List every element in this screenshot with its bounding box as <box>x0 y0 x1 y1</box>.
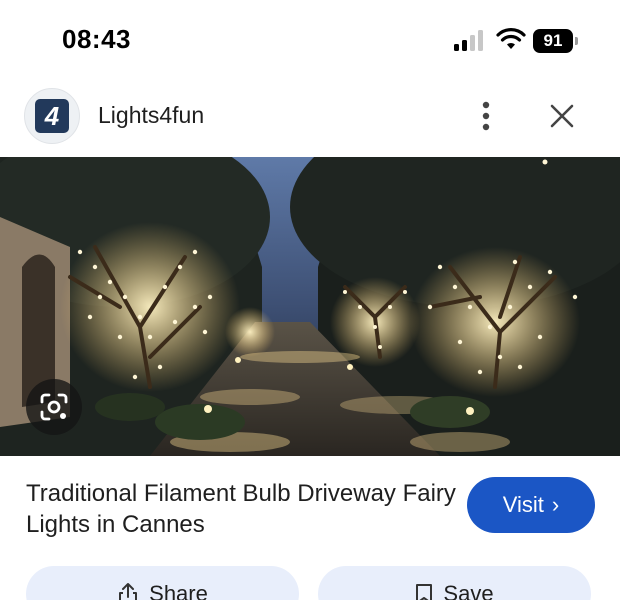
status-bar: 08:43 91 <box>0 0 620 84</box>
battery-level: 91 <box>533 29 573 53</box>
cellular-signal-icon <box>454 30 483 51</box>
result-header: 4 Lights4fun <box>0 84 620 150</box>
chevron-right-icon: › <box>551 492 560 517</box>
close-icon <box>550 104 574 128</box>
result-title[interactable]: Traditional Filament Bulb Driveway Fairy… <box>26 478 456 540</box>
wifi-icon <box>496 28 526 49</box>
clock-time: 08:43 <box>62 24 131 54</box>
bookmark-icon <box>416 584 433 600</box>
battery-cap <box>575 37 578 45</box>
more-vert-icon <box>482 101 490 131</box>
more-options-button[interactable] <box>468 94 504 138</box>
battery-icon: 91 <box>533 29 579 53</box>
save-label: Save <box>443 581 494 600</box>
google-lens-icon <box>40 393 68 421</box>
close-button[interactable] <box>540 94 584 138</box>
site-name[interactable]: Lights4fun <box>98 102 204 129</box>
visit-button[interactable]: Visit › <box>467 477 595 533</box>
site-logo-mark: 4 <box>35 99 69 133</box>
share-icon <box>119 583 138 600</box>
share-button[interactable]: Share <box>26 566 299 600</box>
driveway-lights-photo <box>0 157 620 456</box>
share-label: Share <box>149 581 208 600</box>
result-image[interactable] <box>0 157 620 456</box>
save-button[interactable]: Save <box>318 566 591 600</box>
site-logo[interactable]: 4 <box>24 88 80 144</box>
google-lens-button[interactable] <box>26 379 82 435</box>
visit-label: Visit <box>502 492 544 517</box>
